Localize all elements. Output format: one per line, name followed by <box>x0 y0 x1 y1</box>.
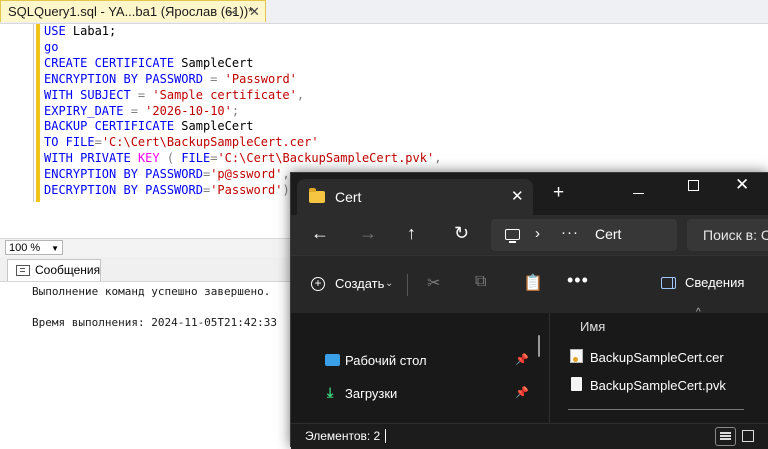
message-line: Время выполнения: 2024-11-05T21:42:33 <box>32 316 278 329</box>
zoom-value: 100 % <box>9 242 41 254</box>
explorer-status-bar: Элементов: 2 <box>291 423 768 449</box>
details-pane-icon <box>661 277 676 289</box>
file-row[interactable]: BackupSampleCert.cer <box>568 346 758 368</box>
refresh-icon[interactable]: ↻ <box>454 223 469 244</box>
monitor-icon[interactable] <box>505 229 520 243</box>
code-line-11: DECRYPTION BY PASSWORD='Password') <box>44 183 290 198</box>
code-line-6: EXPIRY_DATE = '2026-10-10'; <box>44 103 240 118</box>
address-bar: ← → ↑ ↻ › ··· Cert Поиск в: C <box>291 215 768 255</box>
nav-item-desktop[interactable]: Рабочий стол 📌 <box>323 350 533 372</box>
change-tracking-bar <box>36 24 40 202</box>
navigation-pane[interactable]: Рабочий стол 📌 ⤓ Загрузки 📌 <box>291 313 549 423</box>
tiles-view-icon[interactable] <box>742 430 754 442</box>
nav-scrollbar[interactable] <box>538 335 540 357</box>
plus-circle-icon: + <box>311 277 325 291</box>
zoom-select[interactable]: 100 % ▼ <box>5 240 63 255</box>
nav-item-label: Загрузки <box>345 386 398 401</box>
sort-ascending-icon: ^ <box>696 307 701 318</box>
minimize-icon[interactable] <box>633 193 644 194</box>
code-line-10: ENCRYPTION BY PASSWORD='p@ssword', <box>44 167 290 182</box>
file-icon <box>571 377 582 391</box>
messages-icon <box>16 265 30 276</box>
chevron-down-icon[interactable]: ▼ <box>51 241 59 256</box>
file-list[interactable]: ^ Имя BackupSampleCert.cer BackupSampleC… <box>550 307 768 423</box>
forward-arrow-icon[interactable]: → <box>359 223 377 244</box>
editor-margin <box>33 24 34 202</box>
tab-messages[interactable]: Сообщения <box>7 259 101 281</box>
close-tab-icon[interactable]: ✕ <box>511 187 524 205</box>
details-label: Сведения <box>685 275 745 290</box>
explorer-tab-label: Cert <box>335 189 362 205</box>
chevron-right-icon[interactable]: › <box>535 225 540 242</box>
new-tab-button[interactable]: + <box>553 182 564 204</box>
code-line-4: ENCRYPTION BY PASSWORD = 'Password' <box>44 71 297 86</box>
desktop-icon <box>325 354 340 366</box>
file-name: BackupSampleCert.pvk <box>590 378 726 393</box>
close-icon[interactable]: ✕ <box>249 1 260 22</box>
pin-icon[interactable]: 📌 <box>515 386 529 399</box>
code-line-8: TO FILE='C:\Cert\BackupSampleCert.cer' <box>44 135 319 150</box>
details-view-icon[interactable] <box>715 427 736 446</box>
details-button[interactable]: Сведения <box>661 270 761 296</box>
close-window-icon[interactable]: ✕ <box>735 175 749 195</box>
message-line: Выполнение команд успешно завершено. <box>32 285 271 298</box>
column-header-name[interactable]: Имя <box>580 319 605 334</box>
back-arrow-icon[interactable]: ← <box>311 223 329 244</box>
query-document-tab[interactable]: SQLQuery1.sql - YA...ba1 (Ярослав (61))*… <box>0 0 266 22</box>
pin-icon[interactable]: ⊸ <box>227 2 237 23</box>
document-tab-bar: SQLQuery1.sql - YA...ba1 (Ярослав (61))*… <box>0 0 768 24</box>
breadcrumb-cert[interactable]: Cert <box>595 226 621 242</box>
ellipsis-icon[interactable]: ··· <box>561 224 579 241</box>
cut-icon[interactable]: ✂ <box>427 273 440 293</box>
explorer-tab-cert[interactable]: Cert ✕ <box>297 179 533 215</box>
more-options-icon[interactable]: ••• <box>567 270 589 291</box>
maximize-icon[interactable] <box>688 180 699 191</box>
explorer-body: Рабочий стол 📌 ⤓ Загрузки 📌 ^ Имя Backup… <box>291 307 768 423</box>
item-count: Элементов: 2 <box>305 429 381 443</box>
pin-icon[interactable]: 📌 <box>515 353 529 366</box>
query-tab-title: SQLQuery1.sql - YA...ba1 (Ярослав (61))* <box>8 4 254 19</box>
nav-item-downloads[interactable]: ⤓ Загрузки 📌 <box>323 383 533 405</box>
toolbar-divider <box>407 274 408 296</box>
code-line-5: WITH SUBJECT = 'Sample certificate', <box>44 87 305 102</box>
code-line-7: BACKUP CERTIFICATE SampleCert <box>44 119 254 134</box>
certificate-file-icon <box>570 349 583 363</box>
copy-icon[interactable]: ⧉ <box>475 273 486 291</box>
chevron-down-icon: ⌄ <box>385 278 394 289</box>
file-explorer-window: Cert ✕ + ✕ ← → ↑ ↻ › ··· Cert Поиск в: C… <box>290 172 768 449</box>
code-line-1: USE Laba1; <box>44 24 117 38</box>
explorer-title-bar: Cert ✕ + ✕ <box>291 173 768 215</box>
code-line-2: go <box>44 39 59 54</box>
create-button[interactable]: + Создать ⌄ <box>311 272 397 298</box>
command-bar: + Создать ⌄ ✂ ⧉ 📋 ••• Сведения <box>291 255 768 314</box>
download-icon: ⤓ <box>327 384 334 400</box>
up-arrow-icon[interactable]: ↑ <box>407 223 416 244</box>
horizontal-scrollbar[interactable] <box>568 409 744 410</box>
path-breadcrumb[interactable]: › ··· Cert <box>491 219 677 251</box>
file-row[interactable]: BackupSampleCert.pvk <box>568 374 758 396</box>
messages-tab-label: Сообщения <box>35 263 101 277</box>
file-name: BackupSampleCert.cer <box>590 350 724 365</box>
nav-item-label: Рабочий стол <box>345 353 427 368</box>
status-divider <box>385 429 386 443</box>
folder-icon <box>309 188 325 203</box>
code-line-9: WITH PRIVATE KEY ( FILE='C:\Cert\BackupS… <box>44 151 442 166</box>
search-input[interactable]: Поиск в: C <box>687 219 768 251</box>
create-label: Создать <box>335 276 385 291</box>
code-line-3: CREATE CERTIFICATE SampleCert <box>44 55 254 70</box>
paste-icon[interactable]: 📋 <box>523 273 543 293</box>
